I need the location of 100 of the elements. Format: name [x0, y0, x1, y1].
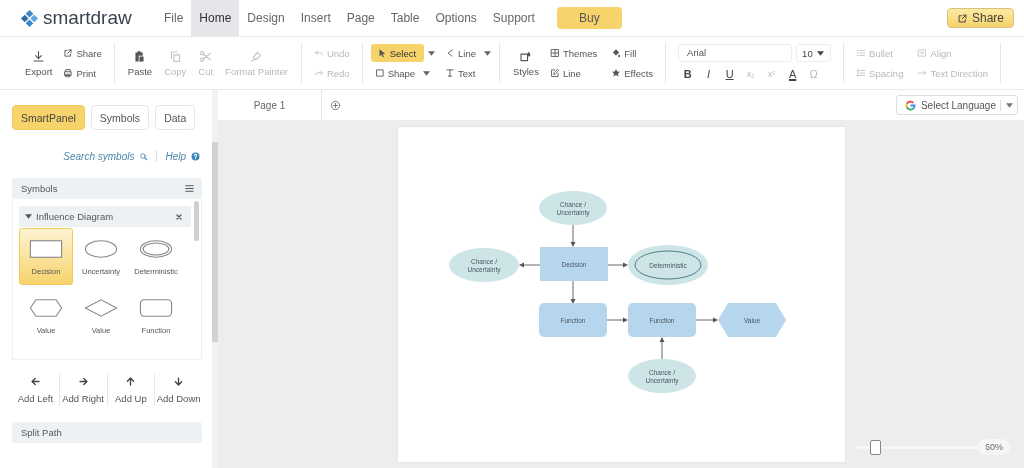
share-icon	[956, 12, 968, 24]
share-button[interactable]: Share	[946, 8, 1014, 28]
share-button[interactable]: Share	[59, 44, 106, 62]
menu-tab[interactable]: Support	[484, 0, 543, 36]
arrow-down-icon	[173, 376, 185, 387]
section-title: Symbols	[21, 183, 58, 194]
panel-tab[interactable]: Symbols	[90, 105, 150, 130]
copy-icon	[168, 49, 182, 63]
italic-button[interactable]: I	[699, 66, 719, 82]
underline-button[interactable]: U	[720, 66, 740, 82]
menu-tab[interactable]: Insert	[292, 0, 339, 36]
arrow	[695, 317, 718, 323]
arrow-left-icon	[29, 376, 41, 387]
export-button[interactable]: Export	[20, 49, 58, 77]
section-header[interactable]: Split Path	[12, 422, 202, 443]
styles-button[interactable]: Styles	[508, 49, 544, 77]
line-icon	[445, 48, 456, 58]
print-button[interactable]: Print	[59, 64, 100, 82]
pencil-icon	[549, 68, 560, 78]
select-tool-button[interactable]: Select	[370, 44, 425, 62]
menu-tab[interactable]: Table	[382, 0, 428, 36]
section-title: Split Path	[21, 427, 62, 438]
app-logo: smartdraw	[43, 7, 132, 29]
arrow	[607, 262, 628, 268]
ellipse-symbol-icon	[82, 237, 120, 260]
slider-thumb[interactable]	[870, 439, 881, 455]
themes-button[interactable]: Themes	[545, 44, 602, 62]
close-icon[interactable]	[175, 212, 183, 221]
font-name-field[interactable]: Arial	[678, 44, 793, 62]
line-style-button[interactable]: Line	[545, 64, 585, 82]
arrow-icon	[917, 68, 928, 78]
help-link[interactable]: Help	[165, 150, 186, 162]
add-shape-button[interactable]: Add Right	[59, 374, 108, 406]
list-icon	[856, 48, 867, 58]
library-title: Influence Diagram	[36, 211, 115, 222]
star-icon	[611, 68, 622, 78]
menu-tab[interactable]: File	[156, 0, 192, 36]
effects-button[interactable]: Effects	[607, 64, 658, 82]
brush-icon	[250, 49, 263, 63]
add-shape-button[interactable]: Add Left	[12, 374, 60, 406]
add-shape-button[interactable]: Add Up	[107, 374, 156, 406]
arrow	[570, 224, 575, 247]
language-dropdown[interactable]: Select Language	[895, 95, 1018, 115]
caret-icon[interactable]	[428, 50, 436, 56]
scrollbar[interactable]	[194, 201, 199, 241]
clipboard-icon	[133, 49, 147, 63]
diamond-symbol-icon	[82, 296, 120, 319]
grid-icon	[549, 48, 560, 58]
add-shape-button[interactable]: Add Down	[155, 374, 202, 406]
font-color-button[interactable]: A	[783, 66, 803, 82]
undo-icon	[313, 48, 324, 58]
arrow-up-icon	[125, 376, 137, 387]
align-icon	[917, 48, 928, 58]
section-header[interactable]: Symbols	[12, 178, 202, 199]
bold-button[interactable]: B	[678, 66, 698, 82]
share-icon	[63, 48, 74, 58]
google-icon	[904, 99, 916, 111]
shape-tool-button[interactable]: Shape	[370, 64, 420, 82]
caret-icon[interactable]	[25, 214, 32, 219]
square-icon	[374, 68, 385, 78]
caret-icon	[1006, 102, 1013, 108]
spacing-icon	[856, 68, 867, 78]
line-tool-button[interactable]: Line	[441, 44, 481, 62]
arrow	[570, 280, 575, 304]
arrow	[659, 337, 664, 360]
menu-icon[interactable]	[184, 183, 195, 194]
menu-tab[interactable]: Home	[191, 0, 240, 36]
double-ellipse-symbol-icon	[137, 237, 175, 260]
panel-tab[interactable]: Data	[155, 105, 196, 130]
arrow	[518, 262, 540, 268]
caret-icon[interactable]	[484, 50, 492, 56]
caret-icon	[816, 50, 824, 56]
rounded-rectangle-symbol-icon	[137, 296, 175, 319]
font-size-dropdown[interactable]: 10	[796, 44, 832, 62]
redo-icon	[313, 68, 324, 78]
help-icon	[191, 151, 200, 161]
printer-icon	[63, 68, 74, 78]
buy-button[interactable]: Buy	[556, 7, 622, 29]
scissors-icon	[199, 49, 213, 63]
menu-tab[interactable]: Page	[338, 0, 383, 36]
search-symbols-link[interactable]: Search symbols	[63, 150, 135, 162]
hexagon-symbol-icon	[27, 296, 65, 319]
bucket-icon	[611, 48, 622, 58]
rectangle-symbol-icon	[27, 237, 65, 260]
panel-tab[interactable]: SmartPanel	[12, 105, 85, 130]
zoom-slider[interactable]	[856, 439, 986, 455]
zoom-level: 60%	[978, 439, 1010, 455]
scrollbar[interactable]	[212, 142, 218, 342]
styles-icon	[519, 49, 533, 63]
text-tool-button[interactable]: Text	[441, 64, 480, 82]
arrow-right-icon	[77, 376, 89, 387]
caret-icon[interactable]	[423, 70, 431, 76]
add-page-icon[interactable]	[330, 99, 341, 111]
paste-button[interactable]: Paste	[122, 49, 158, 77]
arrow	[606, 317, 628, 323]
menu-tab[interactable]: Design	[239, 0, 293, 36]
fill-button[interactable]: Fill	[607, 44, 641, 62]
text-icon	[445, 68, 456, 78]
search-icon	[139, 151, 149, 161]
menu-tab[interactable]: Options	[427, 0, 485, 36]
